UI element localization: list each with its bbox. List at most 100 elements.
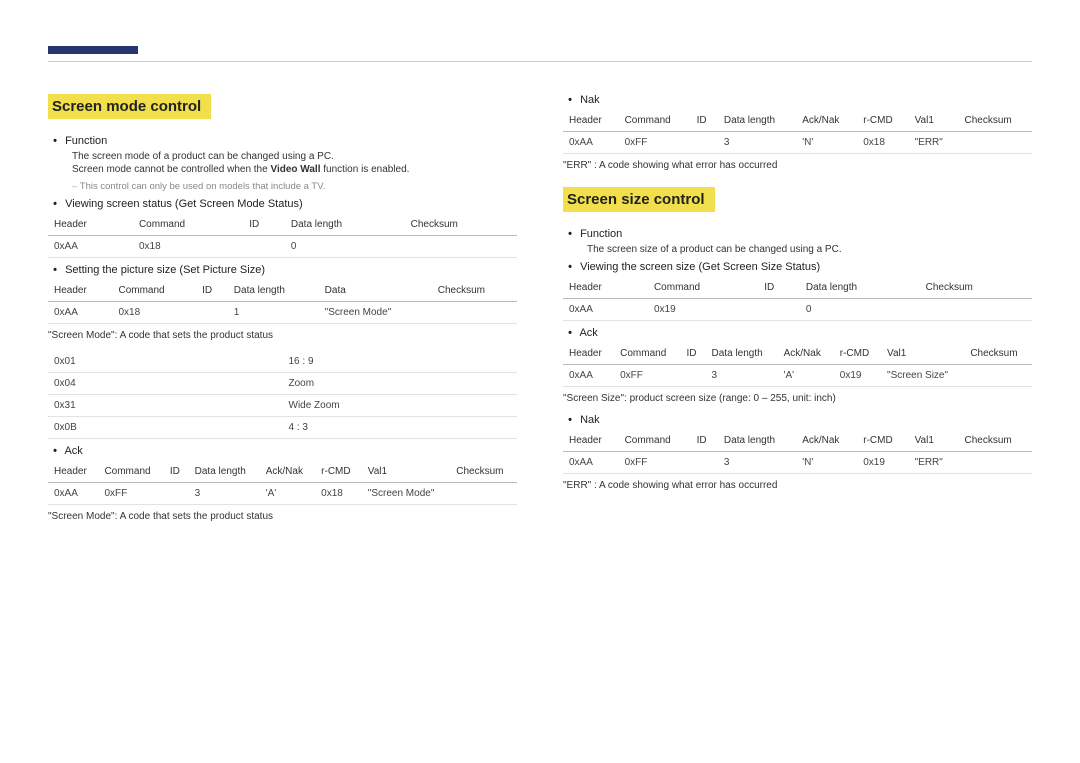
th: ID — [680, 343, 705, 365]
td: 3 — [718, 132, 796, 154]
setting-heading: • Setting the picture size (Set Picture … — [48, 264, 517, 276]
td: 0x04 — [48, 373, 283, 395]
viewing-table-2: Header Command ID Data length Checksum 0… — [563, 277, 1032, 321]
th: Command — [619, 110, 691, 132]
viewing-heading-2: • Viewing the screen size (Get Screen Si… — [563, 261, 1032, 273]
th: Val1 — [362, 461, 450, 483]
th: r-CMD — [834, 343, 881, 365]
td: 3 — [706, 365, 778, 387]
th: Header — [48, 280, 112, 302]
td: 0x18 — [857, 132, 908, 154]
td — [691, 132, 718, 154]
section-title-screen-size: Screen size control — [563, 187, 715, 212]
two-columns: Screen mode control • Function The scree… — [48, 88, 1032, 532]
th: Data length — [285, 214, 405, 236]
th: Header — [563, 343, 614, 365]
viewing-heading: • Viewing screen status (Get Screen Mode… — [48, 198, 517, 210]
th: Header — [48, 461, 98, 483]
td: 0xAA — [563, 299, 648, 321]
td: 0xAA — [48, 483, 98, 505]
th: Header — [563, 277, 648, 299]
function-label: Function — [65, 135, 107, 147]
nak-label: Nak — [580, 94, 600, 106]
th: Data length — [706, 343, 778, 365]
td: 0x18 — [112, 302, 196, 324]
th: r-CMD — [315, 461, 362, 483]
bullet-icon: • — [563, 261, 577, 273]
td — [432, 302, 517, 324]
td: 0xFF — [619, 132, 691, 154]
td — [758, 299, 800, 321]
td: 0x19 — [834, 365, 881, 387]
td: 16 : 9 — [283, 351, 518, 373]
nak-heading-2: • Nak — [563, 414, 1032, 426]
function-note: This control can only be used on models … — [72, 181, 517, 192]
td: 0 — [285, 236, 405, 258]
top-rule — [48, 36, 1032, 62]
table-header-row: Header Command ID Data length Ack/Nak r-… — [48, 461, 517, 483]
td: 0xAA — [48, 236, 133, 258]
table-row: 0xAA 0xFF 3 'A' 0x18 "Screen Mode" — [48, 483, 517, 505]
td: "Screen Mode" — [319, 302, 432, 324]
nak-heading: • Nak — [563, 94, 1032, 106]
table-header-row: Header Command ID Data length Ack/Nak r-… — [563, 430, 1032, 452]
function-line1: The screen mode of a product can be chan… — [72, 151, 517, 162]
th: Checksum — [964, 343, 1032, 365]
table-header-row: Header Command ID Data length Checksum — [48, 214, 517, 236]
th: Val1 — [909, 430, 959, 452]
td — [680, 365, 705, 387]
th: Data length — [228, 280, 319, 302]
function-line1-2: The screen size of a product can be chan… — [587, 244, 1032, 255]
th: Command — [133, 214, 243, 236]
table-header-row: Header Command ID Data length Checksum — [563, 277, 1032, 299]
th: Val1 — [881, 343, 964, 365]
td: "Screen Size" — [881, 365, 964, 387]
td — [958, 452, 1032, 474]
th: Ack/Nak — [778, 343, 834, 365]
bullet-icon: • — [563, 414, 577, 426]
td: 'N' — [796, 452, 857, 474]
td: Zoom — [283, 373, 518, 395]
nak-label-2: Nak — [580, 414, 600, 426]
right-column: • Nak Header Command ID Data length Ack/… — [563, 88, 1032, 532]
td: 0x18 — [133, 236, 243, 258]
bullet-icon: • — [563, 327, 577, 339]
th: r-CMD — [857, 430, 908, 452]
table-row: 0xAA 0x18 0 — [48, 236, 517, 258]
th: Ack/Nak — [260, 461, 315, 483]
td: 'A' — [778, 365, 834, 387]
th: Ack/Nak — [796, 430, 857, 452]
setting-table: Header Command ID Data length Data Check… — [48, 280, 517, 324]
function-line2: Screen mode cannot be controlled when th… — [72, 164, 517, 175]
td: 4 : 3 — [283, 417, 518, 439]
td — [450, 483, 517, 505]
ack-heading: • Ack — [48, 445, 517, 457]
table-row: 0xAA 0x18 1 "Screen Mode" — [48, 302, 517, 324]
td — [164, 483, 189, 505]
nak-note-2: "ERR" : A code showing what error has oc… — [563, 480, 1032, 491]
bullet-icon: • — [563, 94, 577, 106]
accent-bar — [48, 46, 138, 54]
th: r-CMD — [857, 110, 908, 132]
th: Data — [319, 280, 432, 302]
th: Command — [98, 461, 163, 483]
th: Checksum — [432, 280, 517, 302]
td: 3 — [189, 483, 260, 505]
screen-mode-code-note: "Screen Mode": A code that sets the prod… — [48, 330, 517, 341]
table-row: 0xAA 0xFF 3 'N' 0x18 "ERR" — [563, 132, 1032, 154]
th: Data length — [800, 277, 920, 299]
nak-table: Header Command ID Data length Ack/Nak r-… — [563, 110, 1032, 154]
function-line2-bold: Video Wall — [270, 164, 320, 175]
table-row: 0x01 16 : 9 — [48, 351, 517, 373]
td — [243, 236, 285, 258]
td: 0xAA — [563, 365, 614, 387]
td — [964, 365, 1032, 387]
function-heading-2: • Function — [563, 228, 1032, 240]
viewing-label-2: Viewing the screen size (Get Screen Size… — [580, 261, 820, 273]
table-header-row: Header Command ID Data length Data Check… — [48, 280, 517, 302]
td: 3 — [718, 452, 796, 474]
td: 0x19 — [857, 452, 908, 474]
td: 1 — [228, 302, 319, 324]
bullet-icon: • — [48, 264, 62, 276]
setting-label: Setting the picture size (Set Picture Si… — [65, 264, 265, 276]
